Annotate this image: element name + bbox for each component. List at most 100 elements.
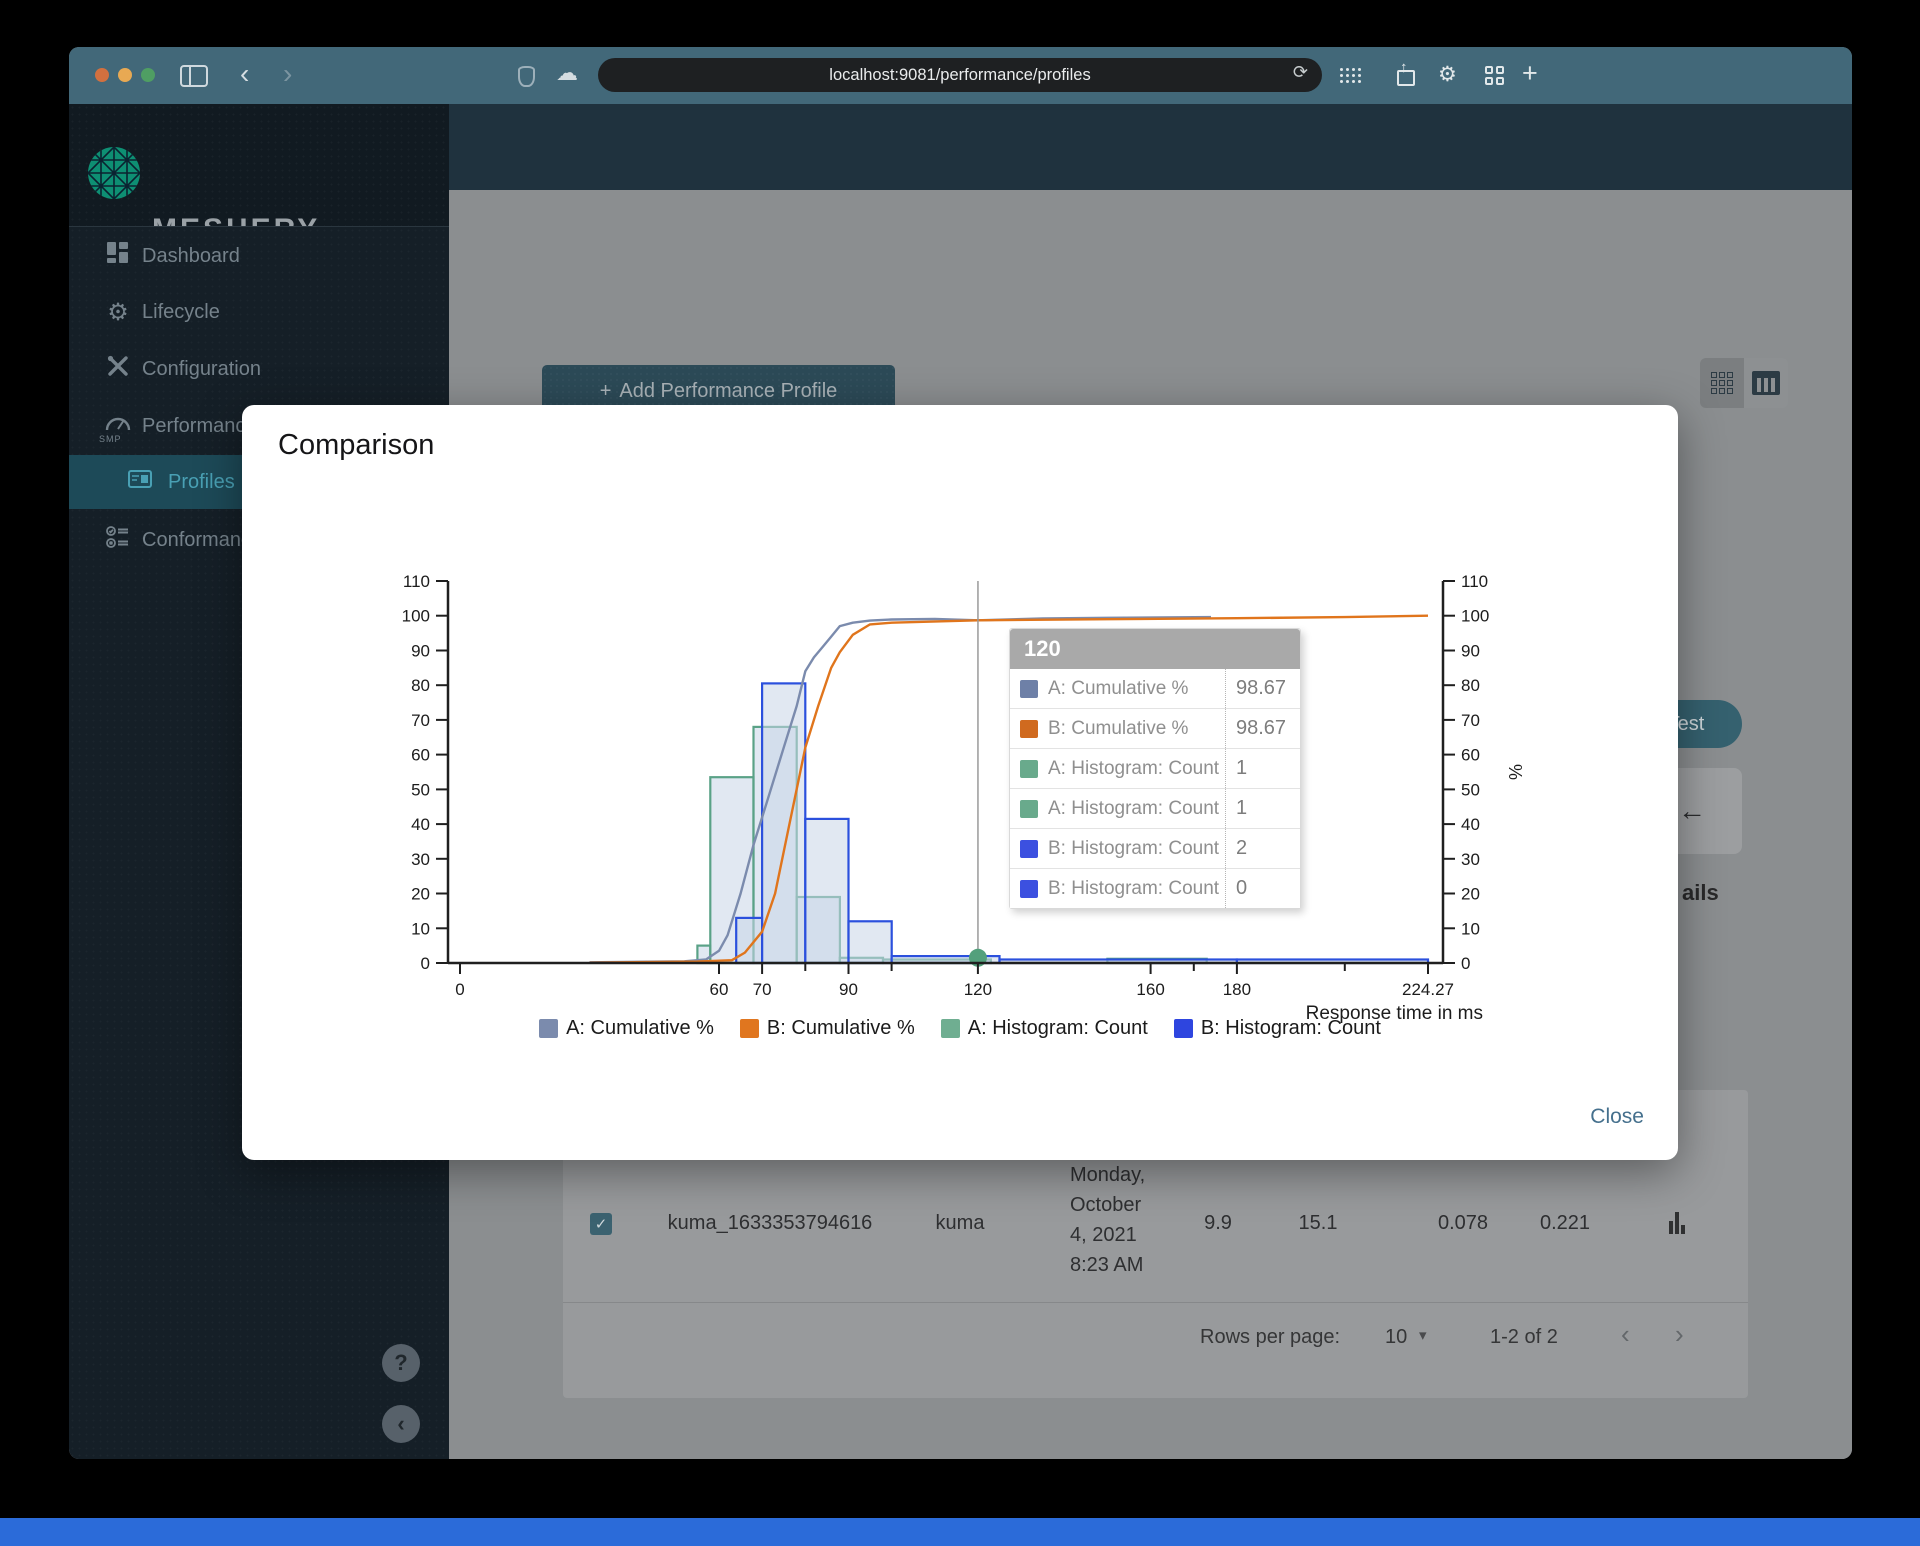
- close-window-button[interactable]: [95, 68, 109, 82]
- browser-toolbar: ‹ › ☁ localhost:9081/performance/profile…: [69, 47, 1852, 104]
- svg-text:60: 60: [1461, 746, 1480, 765]
- cell-p99: 0.221: [1539, 1212, 1591, 1234]
- left-arrow-icon: ←: [1678, 795, 1706, 826]
- svg-text:30: 30: [411, 850, 430, 869]
- sidebar-item-lifecycle[interactable]: ⚙ Lifecycle: [69, 286, 449, 338]
- series-swatch: [1020, 679, 1038, 698]
- grid-view-icon: [1711, 372, 1733, 394]
- modal-title: Comparison: [278, 429, 435, 461]
- close-button[interactable]: Close: [1590, 1105, 1644, 1129]
- sidebar-item-label: Lifecycle: [142, 300, 220, 323]
- tooltip-row: B: Histogram: Count 0: [1010, 869, 1300, 908]
- tooltip-series-value: 98.67: [1225, 669, 1300, 708]
- tooltip-header: 120: [1010, 629, 1300, 669]
- grid-view-button[interactable]: [1700, 358, 1744, 408]
- tooltip-series-label: B: Histogram: Count: [1048, 837, 1220, 859]
- svg-text:70: 70: [1461, 711, 1480, 730]
- view-chart-button[interactable]: [1669, 1210, 1691, 1234]
- table-view-button[interactable]: [1744, 358, 1788, 408]
- legend-item[interactable]: A: Cumulative %: [539, 1017, 714, 1040]
- svg-text:90: 90: [411, 642, 430, 661]
- plus-icon: +: [599, 379, 612, 402]
- svg-text:40: 40: [1461, 815, 1480, 834]
- svg-text:20: 20: [411, 885, 430, 904]
- url-text: localhost:9081/performance/profiles: [829, 65, 1091, 84]
- svg-text:0: 0: [455, 980, 464, 999]
- new-tab-button[interactable]: +: [1522, 60, 1538, 87]
- svg-text:40: 40: [411, 815, 430, 834]
- tooltip-series-label: A: Histogram: Count: [1048, 797, 1220, 819]
- svg-text:60: 60: [411, 746, 430, 765]
- chart-tooltip: 120 A: Cumulative % 98.67 B: Cumulative % 9…: [1009, 628, 1301, 909]
- comparison-chart: 0 010 1020 2030 3040 4050 5060 6070 7080 8090 9010…: [402, 572, 1525, 1024]
- bottom-blue-strip: [0, 1518, 1920, 1546]
- tooltip-series-value: 98.67: [1225, 709, 1300, 748]
- meshery-logo-icon: [88, 147, 140, 199]
- tooltip-row: B: Cumulative % 98.67: [1010, 709, 1300, 749]
- extensions-grid-icon[interactable]: [1340, 68, 1362, 84]
- row-checkbox[interactable]: ✓: [590, 1213, 612, 1235]
- tab-overview-icon[interactable]: [1485, 66, 1504, 85]
- tooltip-series-label: A: Cumulative %: [1048, 677, 1189, 699]
- svg-text:70: 70: [411, 711, 430, 730]
- back-button[interactable]: ‹: [240, 56, 249, 92]
- sidebar-item-configuration[interactable]: Configuration: [69, 343, 449, 395]
- pagination-range: 1-2 of 2: [1490, 1326, 1558, 1348]
- divider: [563, 1302, 1748, 1303]
- help-button[interactable]: ?: [382, 1344, 420, 1382]
- legend-label: B: Histogram: Count: [1200, 1017, 1381, 1039]
- previous-page-button[interactable]: ‹: [1621, 1319, 1630, 1350]
- lifecycle-gears-icon: ⚙: [107, 298, 129, 326]
- legend-swatch: [739, 1019, 759, 1038]
- svg-text:50: 50: [1461, 780, 1480, 799]
- svg-text:110: 110: [403, 572, 430, 591]
- tooltip-series-value: 0: [1225, 869, 1300, 908]
- legend-label: B: Cumulative %: [766, 1017, 915, 1039]
- svg-text:60: 60: [710, 980, 729, 999]
- legend-item[interactable]: B: Histogram: Count: [1173, 1017, 1381, 1040]
- table-view-icon: [1752, 371, 1780, 395]
- sidebar-item-label: Configuration: [142, 357, 261, 380]
- cell-qps: 9.9: [1204, 1212, 1232, 1234]
- tooltip-row: A: Histogram: Count 1: [1010, 749, 1300, 789]
- sidebar-toggle-icon[interactable]: [180, 65, 208, 87]
- rows-per-page-label: Rows per page:: [1200, 1326, 1341, 1348]
- svg-text:30: 30: [1461, 850, 1480, 869]
- tooltip-row: A: Histogram: Count 1: [1010, 789, 1300, 829]
- dashboard-icon: [105, 242, 131, 270]
- rows-per-page-select[interactable]: 10: [1385, 1326, 1407, 1349]
- legend-item[interactable]: A: Histogram: Count: [940, 1017, 1148, 1040]
- cloud-icon[interactable]: ☁: [556, 60, 578, 86]
- svg-text:224.27: 224.27: [1402, 980, 1454, 999]
- next-page-button[interactable]: ›: [1675, 1319, 1684, 1350]
- svg-text:160: 160: [1136, 980, 1164, 999]
- svg-text:100: 100: [1461, 607, 1489, 626]
- comparison-modal: Comparison 0 0 10 10 20 20 30 30 40 40 50 50 60 60 70 7…: [242, 405, 1678, 1160]
- smp-label: SMP: [99, 434, 122, 444]
- svg-text:20: 20: [1461, 885, 1480, 904]
- minimize-window-button[interactable]: [118, 68, 132, 82]
- legend-swatch: [1173, 1019, 1193, 1038]
- url-bar[interactable]: localhost:9081/performance/profiles ⟳: [598, 58, 1322, 92]
- sidebar-item-label: Dashboard: [142, 244, 240, 267]
- series-swatch: [1020, 839, 1038, 858]
- sidebar-item-dashboard[interactable]: Dashboard: [69, 230, 449, 282]
- svg-text:50: 50: [411, 780, 430, 799]
- tooltip-series-label: B: Cumulative %: [1048, 717, 1189, 739]
- series-swatch: [1020, 719, 1038, 738]
- refresh-icon[interactable]: ⟳: [1293, 62, 1308, 83]
- collapse-sidebar-button[interactable]: ‹: [382, 1405, 420, 1443]
- legend-item[interactable]: B: Cumulative %: [739, 1017, 915, 1040]
- svg-text:180: 180: [1223, 980, 1251, 999]
- configuration-tools-icon: [105, 354, 131, 384]
- settings-gear-icon[interactable]: ⚙: [1438, 62, 1457, 87]
- svg-text:10: 10: [1461, 919, 1480, 938]
- svg-text:90: 90: [839, 980, 858, 999]
- cell-p50: 0.078: [1437, 1212, 1489, 1234]
- forward-button[interactable]: ›: [283, 56, 292, 92]
- screen: ‹ › ☁ localhost:9081/performance/profile…: [0, 0, 1920, 1546]
- privacy-shield-icon[interactable]: [518, 66, 535, 87]
- zoom-window-button[interactable]: [141, 68, 155, 82]
- legend-label: A: Cumulative %: [566, 1017, 714, 1039]
- caret-down-icon[interactable]: ▾: [1419, 1326, 1427, 1344]
